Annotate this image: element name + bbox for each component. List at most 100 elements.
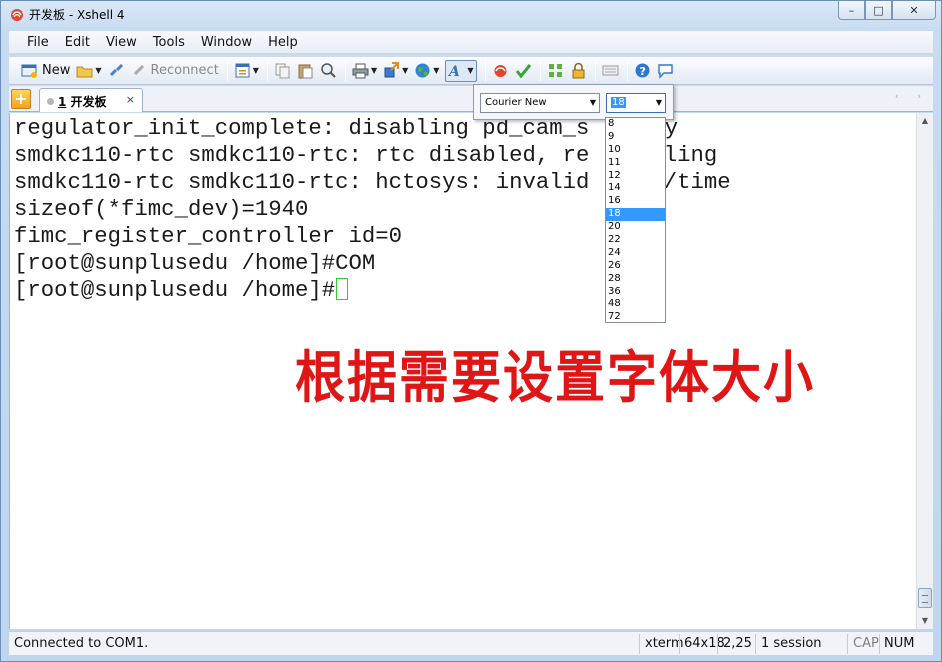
- properties-button[interactable]: ▼: [234, 60, 259, 82]
- cursor-position: 2,25: [723, 636, 752, 651]
- keyboard-icon: [602, 65, 619, 76]
- font-size-option[interactable]: 12: [606, 170, 665, 183]
- status-divider: [679, 634, 680, 654]
- vertical-scrollbar[interactable]: ▲ ▼: [916, 113, 933, 629]
- font-button[interactable]: A ▼: [445, 59, 477, 82]
- xshell-logo-icon: [11, 9, 23, 21]
- session-tab-bar: + 1 开发板 × ‹ ›: [9, 86, 933, 112]
- menu-tools[interactable]: Tools: [145, 35, 193, 50]
- copy-icon: [275, 63, 290, 79]
- font-size-option[interactable]: 26: [606, 260, 665, 273]
- toolbar-separator: [344, 60, 346, 81]
- font-size-option[interactable]: 24: [606, 247, 665, 260]
- window-title: 开发板 - Xshell 4: [29, 8, 125, 22]
- chevron-down-icon: ▼: [402, 66, 409, 75]
- font-size-value: 18: [611, 97, 626, 108]
- prompt-text: [root@sunplusedu /home]#: [14, 277, 336, 303]
- font-size-option[interactable]: 18: [606, 208, 665, 222]
- script-button[interactable]: [515, 60, 532, 82]
- terminal-type: xterm: [645, 636, 684, 651]
- encoding-button[interactable]: ▼: [414, 60, 439, 82]
- new-session-icon: [21, 64, 37, 78]
- window-controls: – □ ✕: [838, 1, 936, 20]
- chevron-down-icon[interactable]: ▼: [590, 94, 596, 112]
- reconnect-button[interactable]: Reconnect: [131, 60, 219, 82]
- close-button[interactable]: ✕: [892, 1, 936, 20]
- copy-button[interactable]: [274, 60, 291, 82]
- font-family-select[interactable]: Courier New ▼: [480, 93, 600, 113]
- toolbar-separator: [594, 60, 596, 81]
- chevron-down-icon: ▼: [370, 66, 378, 75]
- magnifier-icon: [321, 63, 336, 78]
- status-divider: [717, 634, 718, 654]
- speech-bubble-icon: [657, 64, 673, 79]
- transfer-button[interactable]: ▼: [383, 60, 408, 82]
- font-size-option[interactable]: 72: [606, 311, 665, 324]
- font-size-option[interactable]: 22: [606, 234, 665, 247]
- minimize-button[interactable]: –: [838, 1, 865, 20]
- title-bar[interactable]: 开发板 - Xshell 4 – □ ✕: [0, 0, 942, 28]
- menu-help[interactable]: Help: [260, 35, 306, 50]
- open-button[interactable]: ▼: [76, 60, 102, 82]
- font-size-option[interactable]: 16: [606, 195, 665, 208]
- connect-button[interactable]: [108, 60, 125, 82]
- checkmark-icon: [515, 64, 531, 79]
- chevron-down-icon: ▼: [252, 66, 259, 75]
- font-size-option[interactable]: 8: [606, 118, 665, 131]
- chevron-down-icon[interactable]: ▼: [656, 94, 662, 112]
- terminal-line: sizeof(*fimc_dev)=1940: [14, 196, 309, 222]
- text-cursor: [336, 278, 349, 300]
- font-size-option[interactable]: 10: [606, 144, 665, 157]
- font-size-option[interactable]: 20: [606, 221, 665, 234]
- tab-scroll-arrows[interactable]: ‹ ›: [895, 92, 929, 102]
- scrollbar-thumb[interactable]: [918, 588, 932, 608]
- maximize-button[interactable]: □: [865, 1, 892, 20]
- paste-button[interactable]: [297, 60, 314, 82]
- chevron-down-icon: ▼: [95, 66, 102, 75]
- menu-window[interactable]: Window: [193, 35, 260, 50]
- menu-view[interactable]: View: [98, 35, 145, 50]
- font-size-option[interactable]: 14: [606, 182, 665, 195]
- transfer-icon: [384, 62, 400, 78]
- svg-text:?: ?: [639, 65, 645, 78]
- font-size-option[interactable]: 9: [606, 131, 665, 144]
- font-size-option[interactable]: 48: [606, 298, 665, 311]
- tab-close-icon[interactable]: ×: [126, 93, 135, 106]
- terminal-view[interactable]: regulator_init_complete: disabling pd_ca…: [9, 113, 916, 629]
- lock-button[interactable]: [570, 60, 587, 82]
- menu-bar: File Edit View Tools Window Help: [9, 31, 933, 53]
- font-icon: A: [448, 64, 460, 79]
- font-size-select[interactable]: 18 ▼: [606, 93, 666, 113]
- terminal-dimensions: 64x18: [684, 636, 725, 651]
- reconnect-label: Reconnect: [150, 63, 219, 78]
- menu-file[interactable]: File: [19, 35, 57, 50]
- font-size-option[interactable]: 11: [606, 157, 665, 170]
- fullscreen-icon: [548, 64, 562, 77]
- status-divider: [847, 634, 848, 654]
- scroll-up-icon[interactable]: ▲: [917, 113, 933, 129]
- lock-icon: [572, 62, 585, 79]
- toolbar-separator: [484, 60, 486, 81]
- printer-icon: [352, 63, 369, 79]
- scroll-down-icon[interactable]: ▼: [917, 613, 933, 629]
- font-size-option[interactable]: 36: [606, 286, 665, 299]
- print-button[interactable]: ▼: [352, 60, 377, 82]
- menu-edit[interactable]: Edit: [57, 35, 98, 50]
- xftp-icon: [494, 65, 507, 77]
- chat-button[interactable]: [657, 60, 674, 82]
- font-size-option[interactable]: 28: [606, 273, 665, 286]
- terminal-prompt-line: [root@sunplusedu /home]#: [14, 277, 349, 304]
- keyboard-button[interactable]: [602, 60, 619, 82]
- help-button[interactable]: ?: [634, 60, 651, 82]
- find-button[interactable]: [320, 60, 337, 82]
- reconnect-icon: [133, 64, 144, 76]
- toolbar-separator: [539, 60, 541, 81]
- terminal-line-text: smdkc110-rtc smdkc110-rtc: hctosys: inva…: [14, 169, 590, 195]
- xftp-button[interactable]: [492, 60, 509, 82]
- new-session-button[interactable]: New: [21, 60, 70, 82]
- add-tab-button[interactable]: +: [11, 89, 31, 109]
- new-label: New: [42, 63, 71, 78]
- properties-icon: [235, 63, 250, 78]
- tab-session-1[interactable]: 1 开发板 ×: [39, 88, 143, 112]
- fullscreen-button[interactable]: [547, 60, 564, 82]
